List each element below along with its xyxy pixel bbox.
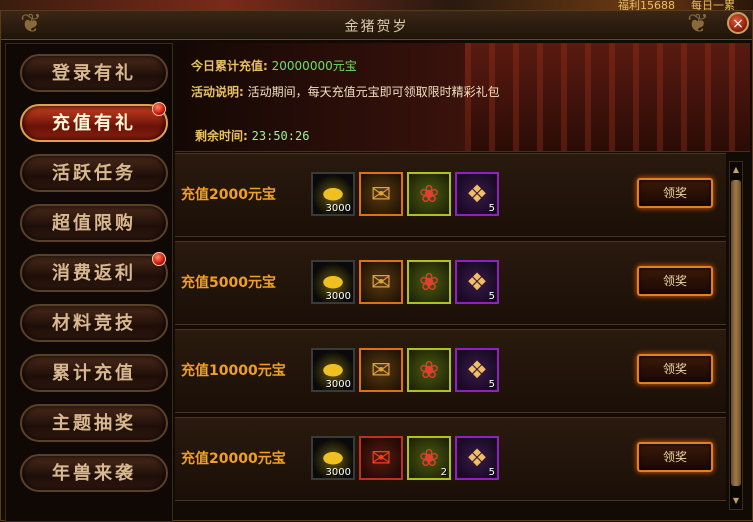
- reward-item-slot[interactable]: ⬬ 3000: [311, 172, 355, 216]
- scroll-icon: ✉: [370, 268, 392, 296]
- reward-item-slot[interactable]: ❀: [407, 260, 451, 304]
- sidebar-item[interactable]: 累计充值: [20, 354, 168, 392]
- close-button[interactable]: ×: [727, 12, 749, 34]
- item-count: 3000: [325, 379, 351, 390]
- item-count: 5: [488, 291, 495, 302]
- description-label: 活动说明:: [191, 85, 244, 99]
- window-title: 金猪贺岁: [344, 19, 409, 35]
- remaining-label: 剩余时间:: [195, 129, 248, 143]
- reward-row: 充值5000元宝 ⬬ 3000 ✉ ❀ ❖ 5 领奖: [175, 241, 726, 325]
- red-pouch-icon: ❀: [418, 268, 440, 296]
- reward-item-slot[interactable]: ✉: [359, 436, 403, 480]
- remaining-time: 剩余时间: 23:50:26: [195, 127, 309, 144]
- reward-item-slot[interactable]: ❀: [407, 172, 451, 216]
- reward-item-slot[interactable]: ❖ 5: [455, 172, 499, 216]
- red-pouch-icon: ❀: [418, 180, 440, 208]
- item-count: 2: [440, 467, 447, 478]
- event-banner: 今日累计充值: 20000000元宝 活动说明: 活动期间，每天充值元宝即可领取…: [175, 43, 750, 152]
- reward-items: ⬬ 3000 ✉ ❀ ❖ 5: [311, 348, 499, 392]
- remaining-value: 23:50:26: [251, 129, 310, 143]
- reward-item-slot[interactable]: ✉: [359, 172, 403, 216]
- total-recharge-value: 20000000元宝: [271, 59, 357, 73]
- reward-item-slot[interactable]: ✉: [359, 348, 403, 392]
- total-recharge-label: 今日累计充值:: [191, 59, 268, 73]
- scroll-up-icon[interactable]: ▲: [731, 163, 741, 177]
- reward-tier-label: 充值20000元宝: [181, 451, 286, 467]
- reward-row: 充值10000元宝 ⬬ 3000 ✉ ❀ ❖ 5 领奖: [175, 329, 726, 413]
- scrollbar[interactable]: ▲ ▼: [729, 161, 743, 510]
- reward-tier-label: 充值2000元宝: [181, 187, 276, 203]
- item-count: 3000: [325, 467, 351, 478]
- reward-items: ⬬ 3000 ✉ ❀ ❖ 5: [311, 172, 499, 216]
- banner-artwork: [465, 43, 750, 151]
- total-recharge-line: 今日累计充值: 20000000元宝: [191, 57, 357, 74]
- reward-item-slot[interactable]: ❀: [407, 348, 451, 392]
- reward-row: 充值20000元宝 ⬬ 3000 ✉ ❀ 2 ❖ 5 领奖: [175, 417, 726, 501]
- reward-item-slot[interactable]: ⬬ 3000: [311, 260, 355, 304]
- reward-tier-label: 充值5000元宝: [181, 275, 276, 291]
- red-pouch-icon: ❀: [418, 356, 440, 384]
- description-line: 活动说明: 活动期间，每天充值元宝即可领取限时精彩礼包: [191, 83, 500, 100]
- sidebar-item[interactable]: 消费返利: [20, 254, 168, 292]
- claim-reward-button[interactable]: 领奖: [637, 266, 713, 296]
- scroll-icon: ✉: [370, 356, 392, 384]
- scroll-thumb[interactable]: [731, 180, 741, 486]
- sidebar: 登录有礼充值有礼活跃任务超值限购消费返利材料竞技累计充值主题抽奖年兽来袭: [5, 43, 173, 522]
- reward-item-slot[interactable]: ✉: [359, 260, 403, 304]
- item-count: 5: [488, 203, 495, 214]
- title-bar: ❦ 金猪贺岁 ❦ ×: [1, 9, 752, 40]
- item-count: 3000: [325, 291, 351, 302]
- scroll-down-icon[interactable]: ▼: [731, 494, 741, 508]
- red-scroll-icon: ✉: [370, 444, 392, 472]
- item-count: 3000: [325, 203, 351, 214]
- reward-item-slot[interactable]: ❀ 2: [407, 436, 451, 480]
- reward-row: 充值2000元宝 ⬬ 3000 ✉ ❀ ❖ 5 领奖: [175, 153, 726, 237]
- reward-tier-label: 充值10000元宝: [181, 363, 286, 379]
- reward-item-slot[interactable]: ❖ 5: [455, 260, 499, 304]
- claim-reward-button[interactable]: 领奖: [637, 442, 713, 472]
- reward-item-slot[interactable]: ⬬ 3000: [311, 348, 355, 392]
- reward-list: 充值2000元宝 ⬬ 3000 ✉ ❀ ❖ 5 领奖 充值5000元宝 ⬬ 3000 ✉ ❀ ❖ 5 领奖 充值…: [175, 153, 726, 520]
- corner-ornament-icon: ❦: [687, 9, 709, 39]
- reward-items: ⬬ 3000 ✉ ❀ 2 ❖ 5: [311, 436, 499, 480]
- notification-dot-icon: [152, 252, 166, 266]
- sidebar-item[interactable]: 年兽来袭: [20, 454, 168, 492]
- sidebar-item[interactable]: 充值有礼: [20, 104, 168, 142]
- reward-item-slot[interactable]: ⬬ 3000: [311, 436, 355, 480]
- item-count: 5: [488, 467, 495, 478]
- reward-item-slot[interactable]: ❖ 5: [455, 348, 499, 392]
- description-text: 活动期间，每天充值元宝即可领取限时精彩礼包: [247, 85, 500, 99]
- claim-reward-button[interactable]: 领奖: [637, 354, 713, 384]
- sidebar-item[interactable]: 登录有礼: [20, 54, 168, 92]
- sidebar-item[interactable]: 材料竞技: [20, 304, 168, 342]
- item-count: 5: [488, 379, 495, 390]
- notification-dot-icon: [152, 102, 166, 116]
- sidebar-item[interactable]: 主题抽奖: [20, 404, 168, 442]
- event-window: ❦ 金猪贺岁 ❦ × 登录有礼充值有礼活跃任务超值限购消费返利材料竞技累计充值主…: [0, 9, 753, 522]
- claim-reward-button[interactable]: 领奖: [637, 178, 713, 208]
- sidebar-item[interactable]: 超值限购: [20, 204, 168, 242]
- reward-items: ⬬ 3000 ✉ ❀ ❖ 5: [311, 260, 499, 304]
- sidebar-item[interactable]: 活跃任务: [20, 154, 168, 192]
- scroll-icon: ✉: [370, 180, 392, 208]
- reward-item-slot[interactable]: ❖ 5: [455, 436, 499, 480]
